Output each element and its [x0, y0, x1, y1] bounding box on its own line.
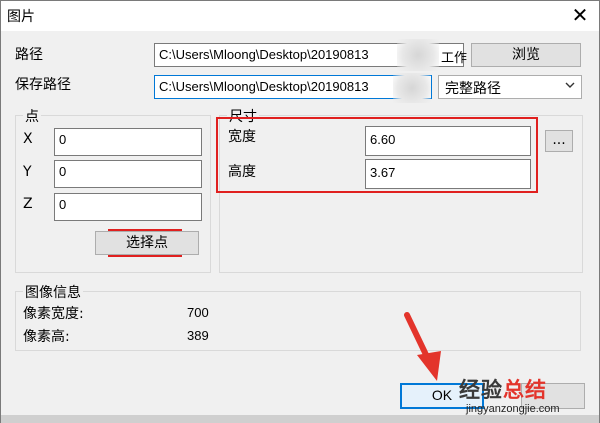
z-label: Z	[23, 196, 33, 212]
image-dialog: 图片 ✕ 路径 C:\Users\Mloong\Desktop\20190813…	[0, 0, 600, 423]
pixel-height-value: 389	[187, 328, 209, 343]
z-input[interactable]: 0	[54, 193, 202, 221]
width-value: 6.60	[370, 132, 396, 147]
pixel-height-label: 像素高:	[23, 329, 70, 345]
path-label: 路径	[15, 47, 43, 63]
y-label: Y	[23, 164, 32, 180]
path-mode-selected: 完整路径	[445, 81, 501, 97]
window-title: 图片	[7, 9, 35, 25]
path-trailing-text: 工作	[441, 51, 468, 66]
path-value: C:\Users\Mloong\Desktop\20190813	[159, 47, 369, 62]
height-value: 3.67	[370, 165, 396, 180]
pointer-arrow-icon	[404, 312, 441, 381]
save-path-label: 保存路径	[15, 77, 71, 93]
save-path-input[interactable]: C:\Users\Mloong\Desktop\20190813	[154, 75, 432, 99]
title-bar[interactable]: 图片 ✕	[1, 1, 599, 31]
x-input[interactable]: 0	[54, 128, 202, 156]
watermark-logo: 经验总结	[459, 374, 547, 404]
z-value: 0	[59, 197, 67, 212]
save-path-value: C:\Users\Mloong\Desktop\20190813	[159, 79, 369, 94]
watermark-brand-a: 经验	[459, 378, 503, 402]
width-label: 宽度	[228, 129, 256, 145]
blur-patch	[393, 73, 431, 103]
image-info-group	[15, 291, 581, 351]
path-mode-dropdown[interactable]: 完整路径	[438, 75, 582, 99]
x-label: X	[23, 131, 33, 147]
chevron-down-icon	[565, 82, 575, 88]
watermark-brand-b: 总结	[503, 378, 547, 402]
height-input[interactable]: 3.67	[365, 159, 531, 189]
close-icon[interactable]: ✕	[567, 3, 593, 29]
browse-button[interactable]: 浏览	[471, 43, 581, 67]
pick-point-button[interactable]: 选择点	[95, 231, 199, 255]
watermark-url: jingyanzongjie.com	[466, 403, 560, 415]
blur-patch	[397, 39, 439, 71]
more-options-button[interactable]: ...	[545, 130, 573, 152]
point-group-label: 点	[23, 106, 41, 126]
x-value: 0	[59, 132, 67, 147]
width-input[interactable]: 6.60	[365, 126, 531, 156]
y-value: 0	[59, 164, 67, 179]
pixel-width-label: 像素宽度:	[23, 306, 84, 322]
pixel-width-value: 700	[187, 305, 209, 320]
y-input[interactable]: 0	[54, 160, 202, 188]
image-info-group-label: 图像信息	[23, 282, 83, 302]
height-label: 高度	[228, 164, 256, 180]
background-window-edge	[1, 415, 599, 423]
